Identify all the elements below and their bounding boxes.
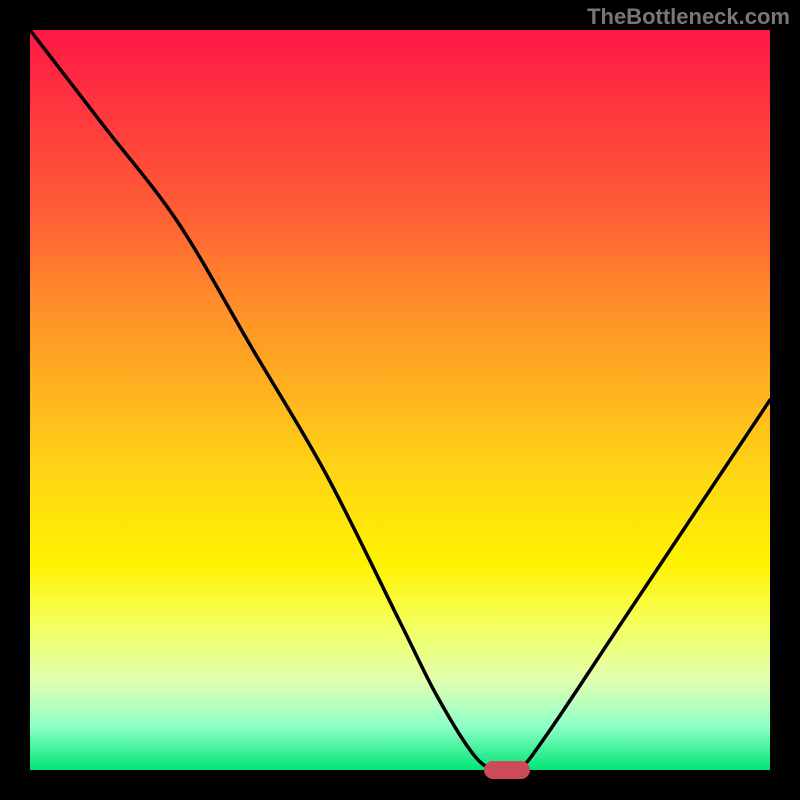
bottleneck-curve xyxy=(30,30,770,770)
optimal-marker xyxy=(484,761,530,779)
attribution-label: TheBottleneck.com xyxy=(587,4,790,30)
plot-area xyxy=(30,30,770,770)
chart-wrapper: TheBottleneck.com xyxy=(0,0,800,800)
